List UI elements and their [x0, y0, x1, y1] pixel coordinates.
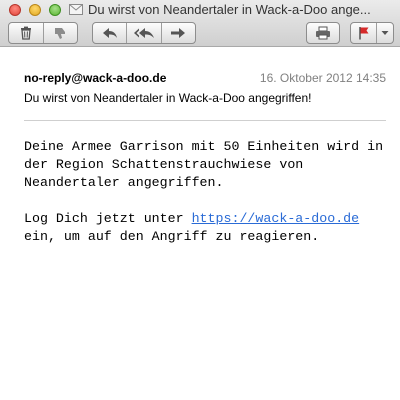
window-title: Du wirst von Neandertaler in Wack-a-Doo …	[88, 2, 371, 17]
body-text-after-link: ein, um auf den Angriff zu reagieren.	[24, 229, 320, 244]
chevron-down-icon	[381, 31, 389, 35]
reply-all-icon	[133, 28, 154, 38]
message-date: 16. Oktober 2012 14:35	[259, 71, 386, 85]
title-bar: Du wirst von Neandertaler in Wack-a-Doo …	[0, 0, 400, 47]
body-text-before-link: Log Dich jetzt unter	[24, 211, 192, 226]
header-divider	[24, 120, 386, 121]
print-icon	[316, 26, 330, 40]
reply-icon	[102, 28, 117, 38]
junk-button[interactable]	[42, 23, 78, 43]
flag-icon	[358, 27, 369, 40]
delete-button[interactable]	[9, 23, 43, 43]
body-paragraph-2: Log Dich jetzt unter https://wack-a-doo.…	[24, 210, 394, 246]
print-group	[306, 22, 340, 44]
forward-icon	[171, 28, 186, 38]
print-button[interactable]	[307, 23, 339, 43]
reply-button[interactable]	[93, 23, 126, 43]
flag-menu-button[interactable]	[376, 23, 393, 43]
trash-icon	[20, 26, 31, 40]
flag-group	[350, 22, 394, 44]
minimize-icon[interactable]	[29, 4, 41, 16]
close-icon[interactable]	[9, 4, 21, 16]
zoom-icon[interactable]	[49, 4, 61, 16]
website-link[interactable]: https://wack-a-doo.de	[192, 211, 360, 226]
forward-button[interactable]	[160, 23, 195, 43]
reply-all-button[interactable]	[126, 23, 160, 43]
message-subject: Du wirst von Neandertaler in Wack-a-Doo …	[24, 91, 312, 105]
reply-forward-group	[92, 22, 196, 44]
sender: no-reply@wack-a-doo.de	[24, 71, 167, 85]
message-body: Deine Armee Garrison mit 50 Einheiten wi…	[24, 138, 394, 264]
flag-button[interactable]	[351, 23, 376, 43]
body-paragraph-1: Deine Armee Garrison mit 50 Einheiten wi…	[24, 139, 384, 190]
delete-junk-group	[8, 22, 78, 44]
junk-thumbs-down-icon	[55, 28, 66, 39]
envelope-icon	[69, 4, 83, 15]
